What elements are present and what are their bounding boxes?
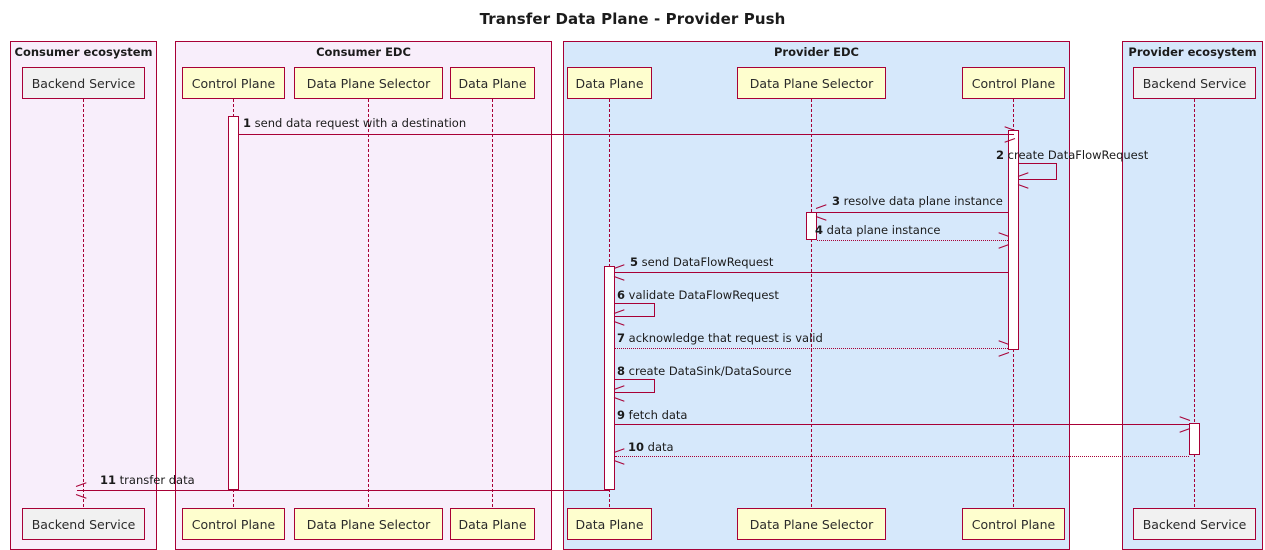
message-5-number: 5 [630,255,639,269]
message-5-label: 5 send DataFlowRequest [630,255,773,269]
arrowhead-right-icon [1179,419,1190,430]
arrowhead-left-icon [1018,175,1029,186]
activation-consumer-control [228,116,239,490]
sequence-diagram-canvas: Transfer Data Plane - Provider Push Cons… [0,0,1265,550]
participant-label: Data Plane [575,75,644,91]
participant-label: Data Plane Selector [306,516,431,532]
participant-label: Data Plane [458,75,527,91]
message-3-label: 3 resolve data plane instance [832,194,1003,208]
message-7-label: 7 acknowledge that request is valid [617,331,823,345]
group-provider-ecosystem: Provider ecosystem [1122,41,1263,550]
message-8-label: 8 create DataSink/DataSource [617,364,792,378]
participant-provider-dps-top[interactable]: Data Plane Selector [737,67,886,99]
participant-provider-dataplane-bottom[interactable]: Data Plane [567,508,652,540]
lifeline-provider-dps [811,99,812,507]
message-11-number: 11 [100,473,117,487]
message-2-label: 2 create DataFlowRequest [996,148,1148,162]
group-label-provider-ecosystem: Provider ecosystem [1128,45,1257,59]
participant-label: Backend Service [31,516,136,532]
participant-label: Control Plane [971,516,1056,532]
arrowhead-right-icon [1004,129,1015,140]
message-4-number: 4 [815,223,824,237]
participant-consumer-control-bottom[interactable]: Control Plane [182,508,285,540]
message-9-number: 9 [617,408,626,422]
message-3-text: resolve data plane instance [843,194,1003,208]
participant-consumer-backend-top[interactable]: Backend Service [22,67,145,99]
message-10-text: data [647,440,674,454]
message-6-label: 6 validate DataFlowRequest [617,288,779,302]
message-11-text: transfer data [119,473,195,487]
message-6-text: validate DataFlowRequest [628,288,779,302]
lifeline-consumer-dps [368,99,369,507]
message-11-label: 11 transfer data [100,473,195,487]
participant-consumer-dps-bottom[interactable]: Data Plane Selector [294,508,443,540]
message-2-text: create DataFlowRequest [1007,148,1149,162]
participant-label: Backend Service [1142,75,1247,91]
group-label-provider-edc: Provider EDC [774,45,859,59]
participant-label: Backend Service [31,75,136,91]
message-1-label: 1 send data request with a destination [243,116,466,130]
arrowhead-right-icon [998,343,1009,354]
message-4-label: 4 data plane instance [815,223,941,237]
message-10-label: 10 data [628,440,674,454]
participant-label: Data Plane Selector [749,516,874,532]
participant-label: Control Plane [971,75,1056,91]
message-8-text: create DataSink/DataSource [628,364,792,378]
arrowhead-left-icon [614,388,625,399]
message-5-text: send DataFlowRequest [641,255,774,269]
arrowhead-left-icon [816,207,827,218]
message-9-text: fetch data [628,408,688,422]
participant-consumer-dataplane-top[interactable]: Data Plane [450,67,535,99]
group-label-consumer-ecosystem: Consumer ecosystem [14,45,153,59]
participant-provider-backend-top[interactable]: Backend Service [1133,67,1256,99]
arrowhead-left-icon [614,451,625,462]
participant-consumer-backend-bottom[interactable]: Backend Service [22,508,145,540]
participant-provider-dataplane-top[interactable]: Data Plane [567,67,652,99]
arrowhead-left-icon [614,267,625,278]
message-2-number: 2 [996,148,1005,162]
message-1-number: 1 [243,116,252,130]
group-label-consumer-edc: Consumer EDC [316,45,411,59]
message-9-label: 9 fetch data [617,408,687,422]
participant-consumer-control-top[interactable]: Control Plane [182,67,285,99]
participant-label: Data Plane [458,516,527,532]
participant-provider-control-top[interactable]: Control Plane [962,67,1065,99]
participant-label: Control Plane [191,75,276,91]
participant-provider-control-bottom[interactable]: Control Plane [962,508,1065,540]
message-10-number: 10 [628,440,645,454]
participant-label: Data Plane Selector [306,75,431,91]
message-6-number: 6 [617,288,626,302]
message-4-text: data plane instance [826,223,941,237]
activation-provider-control [1008,130,1019,350]
message-1-text: send data request with a destination [254,116,467,130]
participant-label: Data Plane [575,516,644,532]
diagram-title: Transfer Data Plane - Provider Push [479,10,786,28]
message-7-text: acknowledge that request is valid [628,331,823,345]
participant-consumer-dps-top[interactable]: Data Plane Selector [294,67,443,99]
participant-provider-backend-bottom[interactable]: Backend Service [1133,508,1256,540]
arrowhead-left-icon [614,312,625,323]
participant-label: Backend Service [1142,516,1247,532]
participant-consumer-dataplane-bottom[interactable]: Data Plane [450,508,535,540]
lifeline-consumer-backend [83,99,84,507]
participant-label: Data Plane Selector [749,75,874,91]
participant-label: Control Plane [191,516,276,532]
message-7-number: 7 [617,331,626,345]
activation-provider-backend [1189,423,1200,455]
participant-provider-dps-bottom[interactable]: Data Plane Selector [737,508,886,540]
arrowhead-left-icon [76,485,87,496]
arrowhead-right-icon [998,235,1009,246]
lifeline-consumer-dataplane [492,99,493,507]
message-3-number: 3 [832,194,841,208]
message-8-number: 8 [617,364,626,378]
